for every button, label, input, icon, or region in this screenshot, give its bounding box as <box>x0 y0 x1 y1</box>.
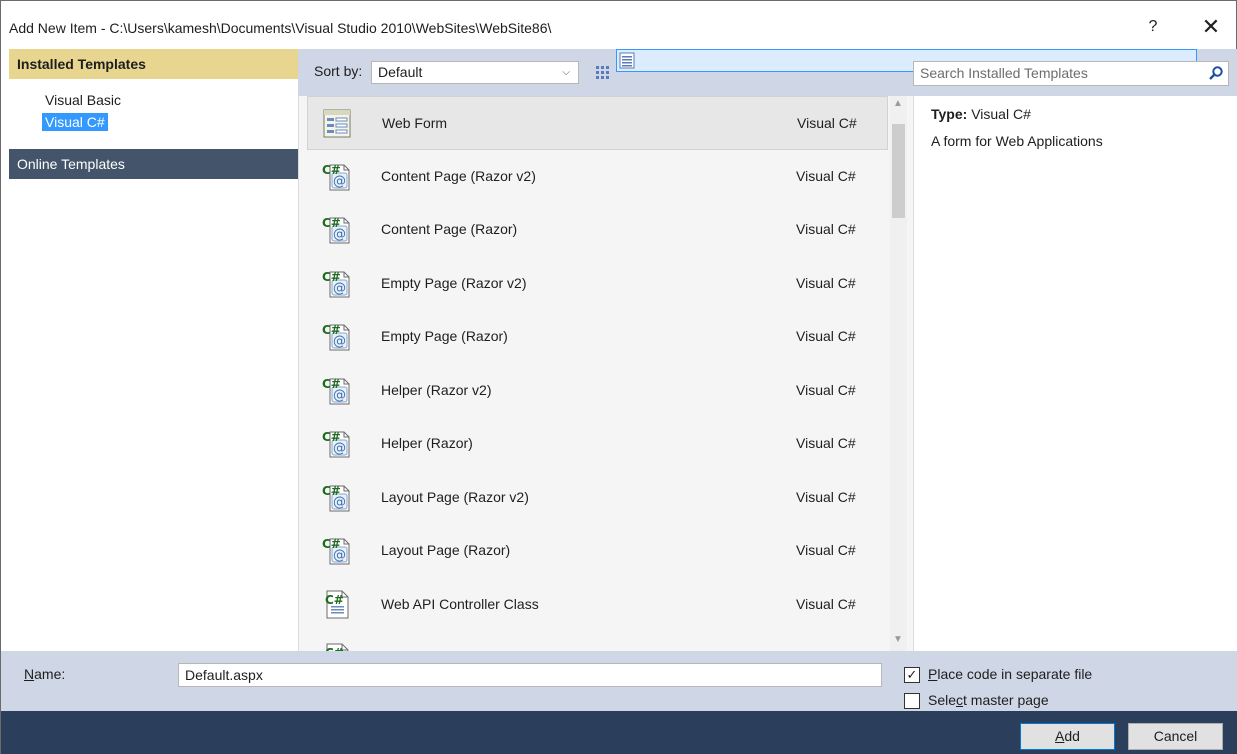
search-placeholder: Search Installed Templates <box>920 65 1088 81</box>
cancel-button[interactable]: Cancel <box>1128 723 1223 750</box>
razor-page-icon: @ C# <box>321 427 351 460</box>
template-name: Empty Page (Razor v2) <box>381 274 527 291</box>
detail-type-value: Visual C# <box>971 106 1031 122</box>
template-name: Web API Controller Class <box>381 595 539 612</box>
template-language: Visual C# <box>796 381 856 398</box>
select-master-page-label[interactable]: Select master page <box>928 692 1049 708</box>
svg-text:C#: C# <box>322 377 341 391</box>
sort-by-label: Sort by: <box>314 63 363 79</box>
dialog-title: Add New Item - C:\Users\kamesh\Documents… <box>9 20 552 36</box>
template-row-layout-page-razor-v2[interactable]: @ C# Layout Page (Razor v2) Visual C# <box>307 471 888 525</box>
template-language: Visual C# <box>796 328 856 344</box>
sort-by-dropdown[interactable]: Default ⌵ <box>371 61 579 84</box>
template-language: Visual C# <box>796 488 856 505</box>
category-tree: Visual Basic Visual C# <box>9 79 298 133</box>
sort-by-value: Default <box>378 64 423 80</box>
svg-text:C#: C# <box>325 593 344 607</box>
svg-text:C#: C# <box>322 323 341 337</box>
template-toolbar: Sort by: Default ⌵ Search Installed Temp… <box>298 49 1237 96</box>
svg-text:C#: C# <box>322 537 341 551</box>
online-templates-header[interactable]: Online Templates <box>9 149 298 179</box>
csharp-class-icon: C# <box>321 588 351 621</box>
template-language: Visual C# <box>796 435 856 451</box>
template-row-empty-page-razor-v2[interactable]: @ C# Empty Page (Razor v2) Visual C# <box>307 257 888 311</box>
detail-type: Type: Visual C# <box>931 106 1031 122</box>
template-name: Web Form <box>382 115 448 131</box>
svg-text:C#: C# <box>322 216 341 230</box>
template-name: Layout Page (Razor v2) <box>381 488 529 505</box>
template-name: Helper (Razor v2) <box>381 381 492 398</box>
detail-type-label: Type: <box>931 106 968 122</box>
template-language: Visual C# <box>796 542 856 558</box>
svg-text:C#: C# <box>322 270 341 284</box>
razor-page-icon: @ C# <box>321 320 351 353</box>
template-row-empty-page-razor[interactable]: @ C# Empty Page (Razor) Visual C# <box>307 310 888 364</box>
template-row-web-form[interactable]: Web Form Visual C# <box>307 96 888 150</box>
add-new-item-dialog: Add New Item - C:\Users\kamesh\Documents… <box>0 0 1237 754</box>
web-form-icon <box>322 107 352 140</box>
template-categories-pane: Installed Templates Visual Basic Visual … <box>9 49 298 651</box>
details-view-icon <box>619 52 635 69</box>
dialog-footer: Add Cancel <box>1 711 1237 754</box>
close-button[interactable]: ✕ <box>1197 13 1225 41</box>
place-code-checkbox[interactable]: ✓ <box>904 667 920 683</box>
checkmark-icon: ✓ <box>906 667 918 682</box>
category-label: Visual C# <box>42 113 108 131</box>
razor-page-icon: @ C# <box>321 267 351 300</box>
name-field-value: Default.aspx <box>185 667 263 683</box>
razor-page-icon: @ C# <box>321 374 351 407</box>
scrollbar-thumb[interactable] <box>892 124 905 218</box>
select-master-page-checkbox[interactable] <box>904 693 920 709</box>
scroll-up-icon[interactable]: ▲ <box>893 98 903 109</box>
template-row-helper-razor[interactable]: @ C# Helper (Razor) Visual C# <box>307 417 888 471</box>
template-name: Empty Page (Razor) <box>381 328 508 344</box>
template-list: Web Form Visual C# @ C# Content Page (Raz… <box>307 96 888 651</box>
svg-text:C#: C# <box>322 484 341 498</box>
small-icons-view-button[interactable] <box>590 60 612 83</box>
small-icons-view-icon <box>596 66 609 79</box>
template-language: Visual C# <box>796 167 856 184</box>
chevron-down-icon: ⌵ <box>562 67 570 78</box>
template-row-web-api-controller-class[interactable]: C# Web API Controller Class Visual C# <box>307 578 888 632</box>
razor-page-icon: @ C# <box>321 213 351 246</box>
template-language: Visual C# <box>796 221 856 237</box>
svg-text:C#: C# <box>322 163 341 177</box>
template-detail-pane: Type: Visual C# A form for Web Applicati… <box>913 96 1237 651</box>
template-row-content-page-razor-v2[interactable]: @ C# Content Page (Razor v2) Visual C# <box>307 150 888 204</box>
title-bar: Add New Item - C:\Users\kamesh\Documents… <box>1 1 1236 47</box>
template-name: Content Page (Razor) <box>381 221 518 237</box>
template-name: Layout Page (Razor) <box>381 542 511 558</box>
razor-page-icon: @ C# <box>321 160 351 193</box>
scroll-down-icon[interactable]: ▼ <box>893 634 903 645</box>
search-icon[interactable] <box>1208 65 1224 81</box>
category-label: Visual Basic <box>45 92 122 108</box>
search-templates-input[interactable]: Search Installed Templates <box>913 61 1229 86</box>
csharp-class-icon: C# <box>321 641 351 651</box>
name-options-area: Name: Default.aspx ✓ Place code in separ… <box>1 651 1237 711</box>
template-language: Visual C# <box>797 115 857 131</box>
template-name: Helper (Razor) <box>381 435 473 451</box>
template-name: Content Page (Razor v2) <box>381 167 536 184</box>
add-button[interactable]: Add <box>1020 723 1115 750</box>
help-button[interactable]: ? <box>1141 15 1165 39</box>
detail-description: A form for Web Applications <box>931 133 1103 149</box>
template-row-content-page-razor[interactable]: @ C# Content Page (Razor) Visual C# <box>307 203 888 257</box>
category-item-visual-basic[interactable]: Visual Basic <box>42 89 298 111</box>
category-item-visual-csharp[interactable]: Visual C# <box>42 111 298 133</box>
razor-page-icon: @ C# <box>321 534 351 567</box>
place-code-label[interactable]: Place code in separate file <box>928 666 1092 682</box>
installed-templates-header[interactable]: Installed Templates <box>9 49 298 79</box>
name-label: Name: <box>24 666 66 682</box>
svg-text:C#: C# <box>322 430 341 444</box>
template-row-layout-page-razor[interactable]: @ C# Layout Page (Razor) Visual C# <box>307 524 888 578</box>
template-row-helper-razor-v2[interactable]: @ C# Helper (Razor v2) Visual C# <box>307 364 888 418</box>
template-language: Visual C# <box>796 274 856 291</box>
template-list-pane: Web Form Visual C# @ C# Content Page (Raz… <box>298 96 913 651</box>
template-list-scrollbar[interactable]: ▲ ▼ <box>890 96 907 651</box>
razor-page-icon: @ C# <box>321 481 351 514</box>
template-row-partial[interactable]: C# <box>307 631 888 651</box>
template-language: Visual C# <box>796 595 856 612</box>
name-field[interactable]: Default.aspx <box>178 663 882 687</box>
